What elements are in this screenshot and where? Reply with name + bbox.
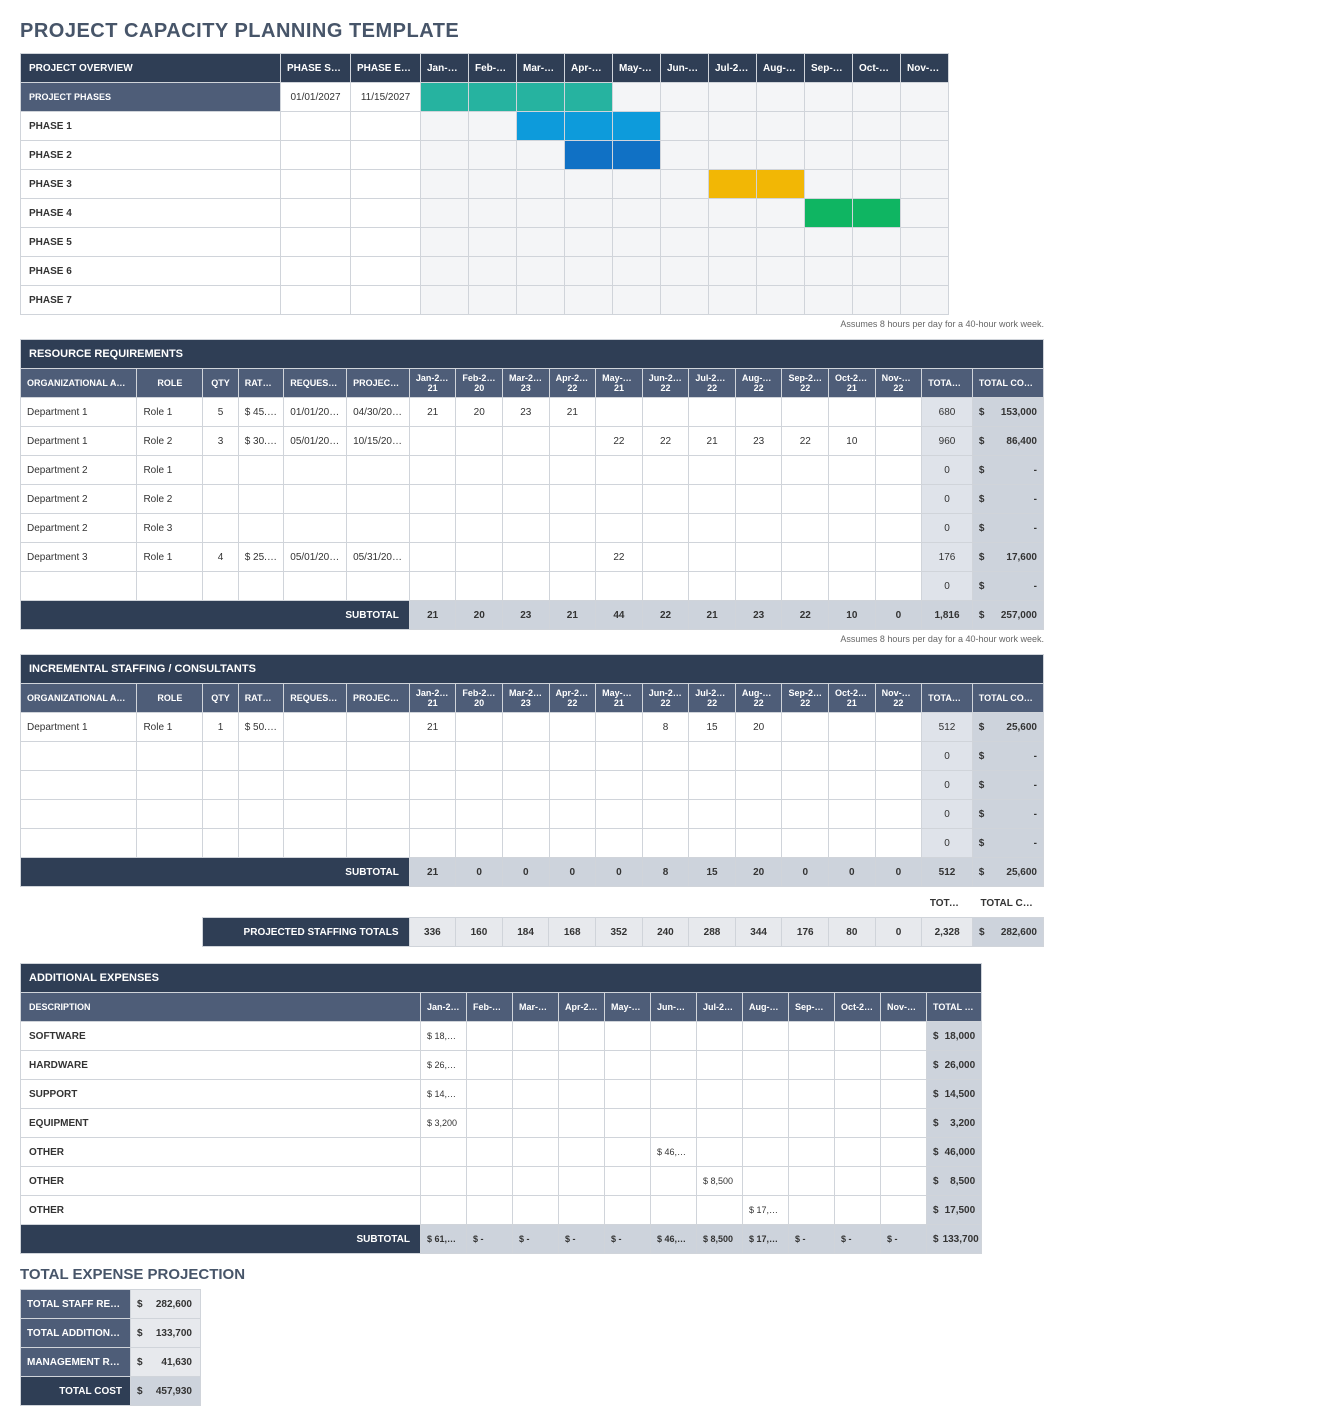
table-row: SOFTWARE$ 18,000$18,000	[21, 1022, 982, 1051]
incremental-title: INCREMENTAL STAFFING / CONSULTANTS	[21, 655, 1044, 684]
resource-table: RESOURCE REQUIREMENTS ORGANIZATIONAL ARE…	[20, 339, 1044, 630]
phases-label: PROJECT PHASES	[21, 83, 281, 112]
expenses-table: ADDITIONAL EXPENSES DESCRIPTIONJan-2027F…	[20, 963, 982, 1254]
page-title: PROJECT CAPACITY PLANNING TEMPLATE	[20, 20, 1298, 43]
summary-title: TOTAL EXPENSE PROJECTION	[20, 1266, 1298, 1283]
table-row: 0$-	[21, 771, 1044, 800]
phase-start-hdr: PHASE START	[281, 54, 351, 83]
table-row: Department 2Role 20$-	[21, 485, 1044, 514]
table-row: OTHER$ 46,000$46,000	[21, 1138, 982, 1167]
table-row: HARDWARE$ 26,000$26,000	[21, 1051, 982, 1080]
overview-table: PROJECT OVERVIEW PHASE START PHASE END J…	[20, 53, 949, 315]
note-1: Assumes 8 hours per day for a 40-hour wo…	[20, 319, 1044, 329]
incremental-table: INCREMENTAL STAFFING / CONSULTANTS ORGAN…	[20, 654, 1044, 887]
table-row: EQUIPMENT$ 3,200$3,200	[21, 1109, 982, 1138]
table-row: Department 1Role 23$ 30.0005/01/202710/1…	[21, 427, 1044, 456]
resource-title: RESOURCE REQUIREMENTS	[21, 340, 1044, 369]
table-row: OTHER$ 17,500$17,500	[21, 1196, 982, 1225]
table-row: OTHER$ 8,500$8,500	[21, 1167, 982, 1196]
table-row: SUPPORT$ 14,500$14,500	[21, 1080, 982, 1109]
table-row: 0$-	[21, 800, 1044, 829]
table-row: 0$-	[21, 742, 1044, 771]
proj-totals-table: TOTAL HOURSTOTAL COST PROJECTED STAFFING…	[20, 889, 1044, 947]
summary-table: TOTAL STAFF RESOURCE$282,600TOTAL ADDITI…	[20, 1289, 201, 1406]
table-row: Department 2Role 30$-	[21, 514, 1044, 543]
table-row: Department 1Role 15$ 45.0001/01/202704/3…	[21, 398, 1044, 427]
table-row: Department 1Role 11$ 50.002181520512$25,…	[21, 713, 1044, 742]
table-row: 0$-	[21, 829, 1044, 858]
table-row: Department 3Role 14$ 25.0005/01/202705/3…	[21, 543, 1044, 572]
overview-header: PROJECT OVERVIEW	[21, 54, 281, 83]
table-row: 0$-	[21, 572, 1044, 601]
phase-end-hdr: PHASE END	[351, 54, 421, 83]
note-2: Assumes 8 hours per day for a 40-hour wo…	[20, 634, 1044, 644]
table-row: Department 2Role 10$-	[21, 456, 1044, 485]
